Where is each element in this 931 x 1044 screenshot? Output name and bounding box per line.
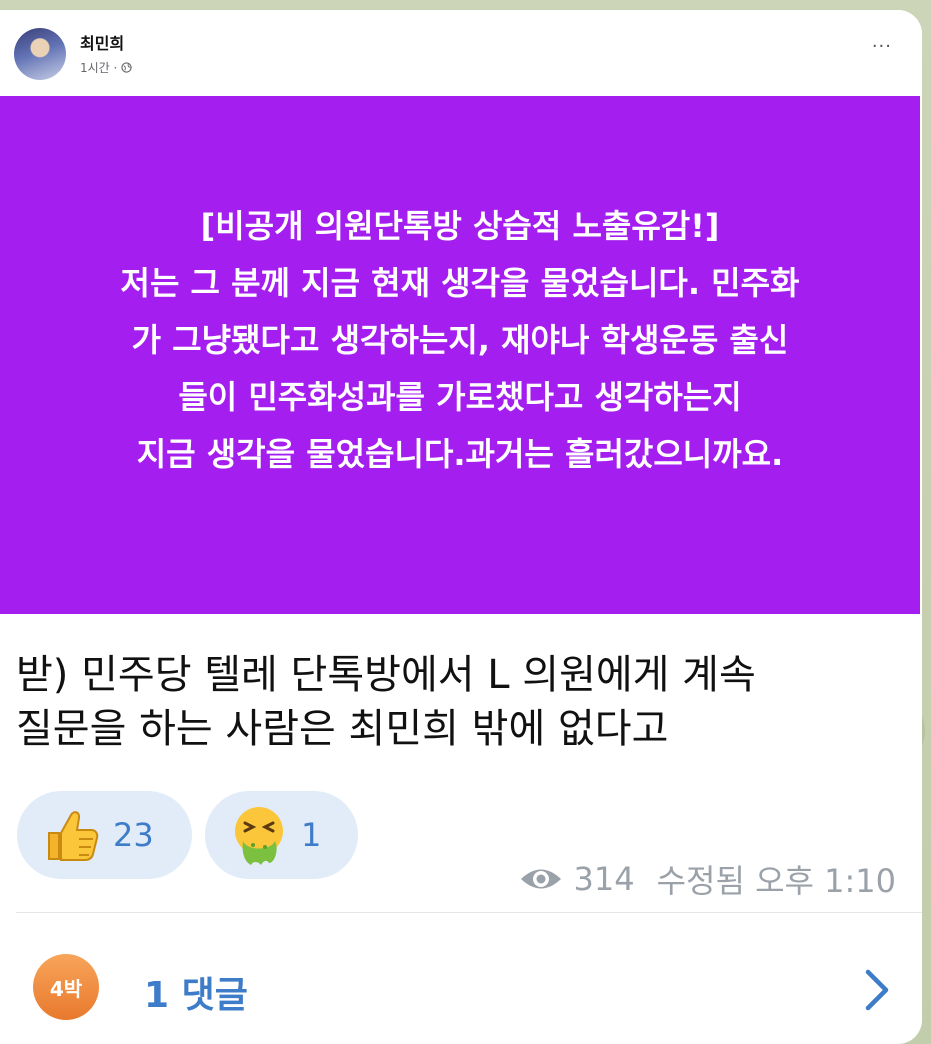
post-time: 1시간 · — [80, 61, 118, 75]
reaction-count: 23 — [113, 816, 154, 854]
nauseated-face-icon — [235, 807, 283, 865]
more-options-icon: ··· — [871, 36, 892, 57]
chevron-right-icon — [865, 969, 889, 1011]
message-bubble: 최민희 1시간 · ··· [비공개 의원단톡방 상습적 노출유감!] 저는 그… — [0, 10, 922, 1044]
purple-post-line: [비공개 의원단톡방 상습적 노출유감!] — [200, 206, 720, 245]
commenter-avatar: 4박 — [33, 954, 99, 1020]
purple-text-post: [비공개 의원단톡방 상습적 노출유감!] 저는 그 분께 지금 현재 생각을 … — [0, 96, 920, 614]
embedded-post-header: 최민희 1시간 · ··· — [0, 10, 922, 96]
caption-line: 질문을 하는 사람은 최민희 밖에 없다고 — [16, 706, 669, 752]
purple-post-text: [비공개 의원단톡방 상습적 노출유감!] 저는 그 분께 지금 현재 생각을 … — [20, 198, 900, 483]
caption-line: 받) 민주당 텔레 단톡방에서 L 의원에게 계속 — [16, 652, 756, 698]
view-count: 314 — [573, 860, 635, 898]
avatar — [14, 28, 66, 80]
message-meta: 314 수정됨 오후 1:10 — [518, 856, 896, 902]
purple-post-line: 가 그냥됐다고 생각하는지, 재야나 학생운동 출신 — [131, 320, 789, 359]
reaction-thumbs-up[interactable]: 23 — [17, 791, 192, 879]
reaction-count: 1 — [301, 816, 322, 854]
reaction-nauseated[interactable]: 1 — [205, 791, 358, 879]
comments-button[interactable]: 4박 1 댓글 — [0, 928, 922, 1028]
divider — [16, 912, 922, 913]
purple-post-line: 저는 그 분께 지금 현재 생각을 물었습니다. 민주화 — [120, 263, 800, 302]
eye-icon — [520, 869, 561, 889]
comments-count: 1 댓글 — [144, 975, 248, 1016]
message-caption: 받) 민주당 텔레 단톡방에서 L 의원에게 계속 질문을 하는 사람은 최민희… — [16, 648, 906, 756]
post-author: 최민희 — [80, 34, 125, 53]
purple-post-line: 들이 민주화성과를 가로챘다고 생각하는지 — [178, 377, 742, 416]
edited-time: 수정됨 오후 1:10 — [656, 862, 896, 900]
purple-post-line: 지금 생각을 물었습니다.과거는 흘러갔으니까요. — [136, 434, 784, 473]
globe-icon — [121, 62, 133, 73]
post-meta: 1시간 · — [80, 59, 133, 76]
thumbs-up-icon — [48, 811, 99, 861]
